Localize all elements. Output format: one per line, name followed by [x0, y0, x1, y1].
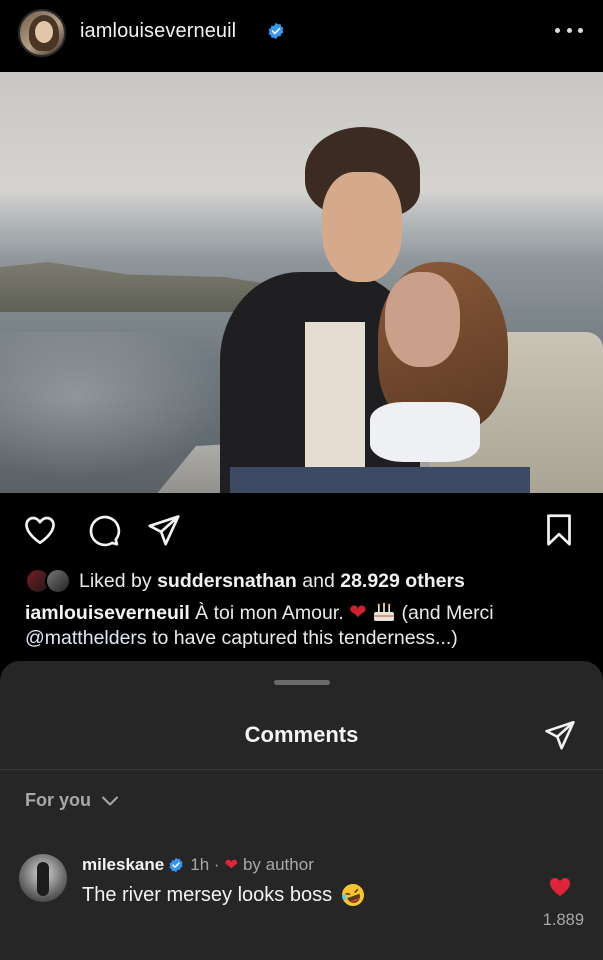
share-icon[interactable]: [542, 718, 578, 752]
save-icon[interactable]: [540, 512, 578, 548]
comments-filter-label: For you: [25, 790, 91, 810]
liked-by-author: by author: [242, 855, 314, 874]
author-username[interactable]: iamlouiseverneuil: [80, 20, 236, 43]
post-caption: iamlouiseverneuil À toi mon Amour. ❤ (an…: [25, 600, 585, 651]
chevron-down-icon: [102, 796, 118, 805]
comments-sheet: Comments For you mileskane 1h · ❤ by aut…: [0, 661, 603, 960]
caption-username[interactable]: iamlouiseverneuil: [25, 602, 190, 624]
comment-like-heart-icon[interactable]: [548, 875, 572, 897]
comment-separator: ·: [213, 855, 220, 874]
post-actions: [0, 493, 603, 565]
comment-icon[interactable]: [84, 512, 122, 548]
red-heart-emoji-icon: ❤: [349, 601, 367, 624]
likes-summary[interactable]: Liked by suddersnathan and 28.929 others: [25, 567, 465, 595]
sheet-drag-handle[interactable]: [274, 680, 330, 685]
share-icon[interactable]: [145, 512, 183, 548]
more-icon[interactable]: [555, 18, 583, 42]
verified-icon: [268, 22, 284, 40]
caption-text-end: to have captured this tenderness...): [152, 627, 458, 649]
comment-item: mileskane 1h · ❤ by author The river mer…: [0, 851, 603, 951]
caption-paren: (and Merci: [401, 602, 494, 624]
cake-emoji-icon: [374, 602, 395, 621]
caption-mention[interactable]: @matthelders: [25, 627, 147, 649]
comment-time: 1h: [190, 855, 210, 874]
comment-text: The river mersey looks boss: [82, 883, 333, 906]
comment-meta: mileskane 1h · ❤ by author: [82, 855, 314, 875]
likes-others[interactable]: 28.929 others: [340, 570, 465, 593]
post-header: iamlouiseverneuil: [0, 0, 603, 72]
comment-text-row: The river mersey looks boss: [82, 882, 366, 908]
liker-avatars: [25, 567, 75, 595]
laughing-emoji-icon: [342, 884, 365, 906]
heart-icon[interactable]: [21, 512, 59, 548]
author-avatar[interactable]: [18, 9, 66, 57]
author-liked-heart-icon: ❤: [224, 857, 238, 874]
commenter-avatar[interactable]: [19, 854, 67, 902]
verified-icon: [169, 857, 183, 873]
likes-and: and: [302, 569, 335, 592]
comments-title: Comments: [244, 722, 359, 747]
comment-like-count: 1.889: [542, 911, 584, 929]
comments-filter-dropdown[interactable]: For you: [25, 790, 119, 811]
commenter-username[interactable]: mileskane: [82, 855, 164, 875]
likes-user[interactable]: suddersnathan: [157, 570, 297, 593]
likes-prefix: Liked by: [79, 569, 152, 592]
sheet-divider: [0, 769, 603, 770]
post-photo[interactable]: [0, 72, 603, 493]
caption-text: À toi mon Amour.: [195, 602, 344, 624]
